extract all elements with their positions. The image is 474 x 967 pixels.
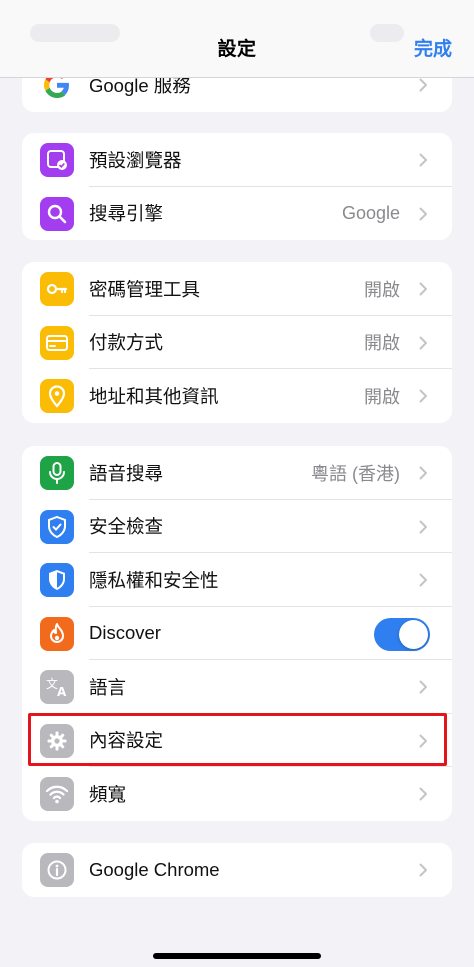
settings-row-payment-methods[interactable]: 付款方式 開啟 [22, 316, 452, 369]
settings-row-label: 頻寬 [89, 783, 127, 805]
settings-row-label: Discover [89, 622, 161, 644]
settings-row-label: 隱私權和安全性 [89, 569, 219, 591]
settings-row-search-engine[interactable]: 搜尋引擎 Google [22, 187, 452, 241]
settings-row-safety-check[interactable]: 安全檢查 [22, 500, 452, 553]
settings-row-password-manager[interactable]: 密碼管理工具 開啟 [22, 262, 452, 316]
navigation-bar: 設定 完成 [0, 0, 474, 78]
key-icon [40, 272, 74, 306]
settings-row-default-browser[interactable]: 預設瀏覽器 [22, 133, 452, 187]
settings-row-google-chrome[interactable]: Google Chrome [22, 843, 452, 897]
chevron-right-icon [419, 520, 427, 533]
chevron-right-icon [419, 78, 427, 92]
settings-row-privacy-security[interactable]: 隱私權和安全性 [22, 553, 452, 607]
location-pin-icon [40, 379, 74, 413]
chevron-right-icon [419, 282, 427, 296]
chevron-right-icon [419, 466, 427, 480]
page-title: 設定 [217, 39, 257, 60]
settings-group-about: Google Chrome [22, 843, 452, 897]
settings-row-label: 安全檢查 [89, 516, 164, 538]
search-icon [40, 196, 74, 231]
settings-row-label: 語音搜尋 [89, 462, 164, 484]
settings-row-label: 預設瀏覽器 [89, 149, 182, 171]
settings-row-discover: Discover [22, 607, 452, 660]
svg-text:A: A [57, 685, 67, 699]
settings-row-label: 地址和其他資訊 [89, 385, 219, 407]
chevron-right-icon [419, 207, 427, 220]
home-indicator[interactable] [153, 953, 321, 959]
settings-row-value: 開啟 [364, 333, 400, 354]
chevron-right-icon [419, 863, 427, 877]
discover-toggle[interactable] [374, 617, 430, 651]
highlight-box [28, 713, 447, 766]
wifi-icon [40, 777, 74, 811]
settings-row-value: Google [341, 202, 400, 223]
settings-group-autofill: 密碼管理工具 開啟 付款方式 開啟 地址和其他資訊 開啟 [22, 262, 452, 423]
chevron-right-icon [419, 153, 427, 167]
chevron-right-icon [419, 573, 427, 587]
shield-check-icon [40, 509, 74, 544]
default-browser-icon [40, 143, 74, 177]
settings-row-addresses[interactable]: 地址和其他資訊 開啟 [22, 369, 452, 423]
chevron-right-icon [419, 787, 427, 801]
settings-row-label: 密碼管理工具 [89, 278, 201, 300]
settings-row-value: 開啟 [364, 386, 400, 407]
chevron-right-icon [419, 680, 427, 694]
settings-row-voice-search[interactable]: 語音搜尋 粵語 (香港) [22, 446, 452, 500]
settings-row-bandwidth[interactable]: 頻寬 [22, 767, 452, 821]
toggle-knob [399, 619, 428, 649]
settings-row-label: 付款方式 [89, 332, 164, 354]
chevron-right-icon [419, 389, 427, 403]
settings-row-label: 語言 [89, 676, 127, 698]
settings-group-browser: 預設瀏覽器 搜尋引擎 Google [22, 133, 452, 240]
fire-icon [40, 616, 74, 651]
chevron-right-icon [419, 336, 427, 349]
settings-row-label: 搜尋引擎 [89, 203, 164, 225]
microphone-icon [40, 456, 74, 490]
info-icon [40, 853, 74, 887]
settings-row-value: 粵語 (香港) [311, 463, 400, 484]
settings-row-languages[interactable]: 文A 語言 [22, 660, 452, 714]
credit-card-icon [40, 325, 74, 360]
privacy-shield-icon [40, 563, 74, 597]
translate-icon: 文A [40, 670, 74, 704]
settings-row-label: Google Chrome [89, 858, 220, 880]
done-button[interactable]: 完成 [414, 34, 452, 61]
settings-row-value: 開啟 [364, 279, 400, 300]
